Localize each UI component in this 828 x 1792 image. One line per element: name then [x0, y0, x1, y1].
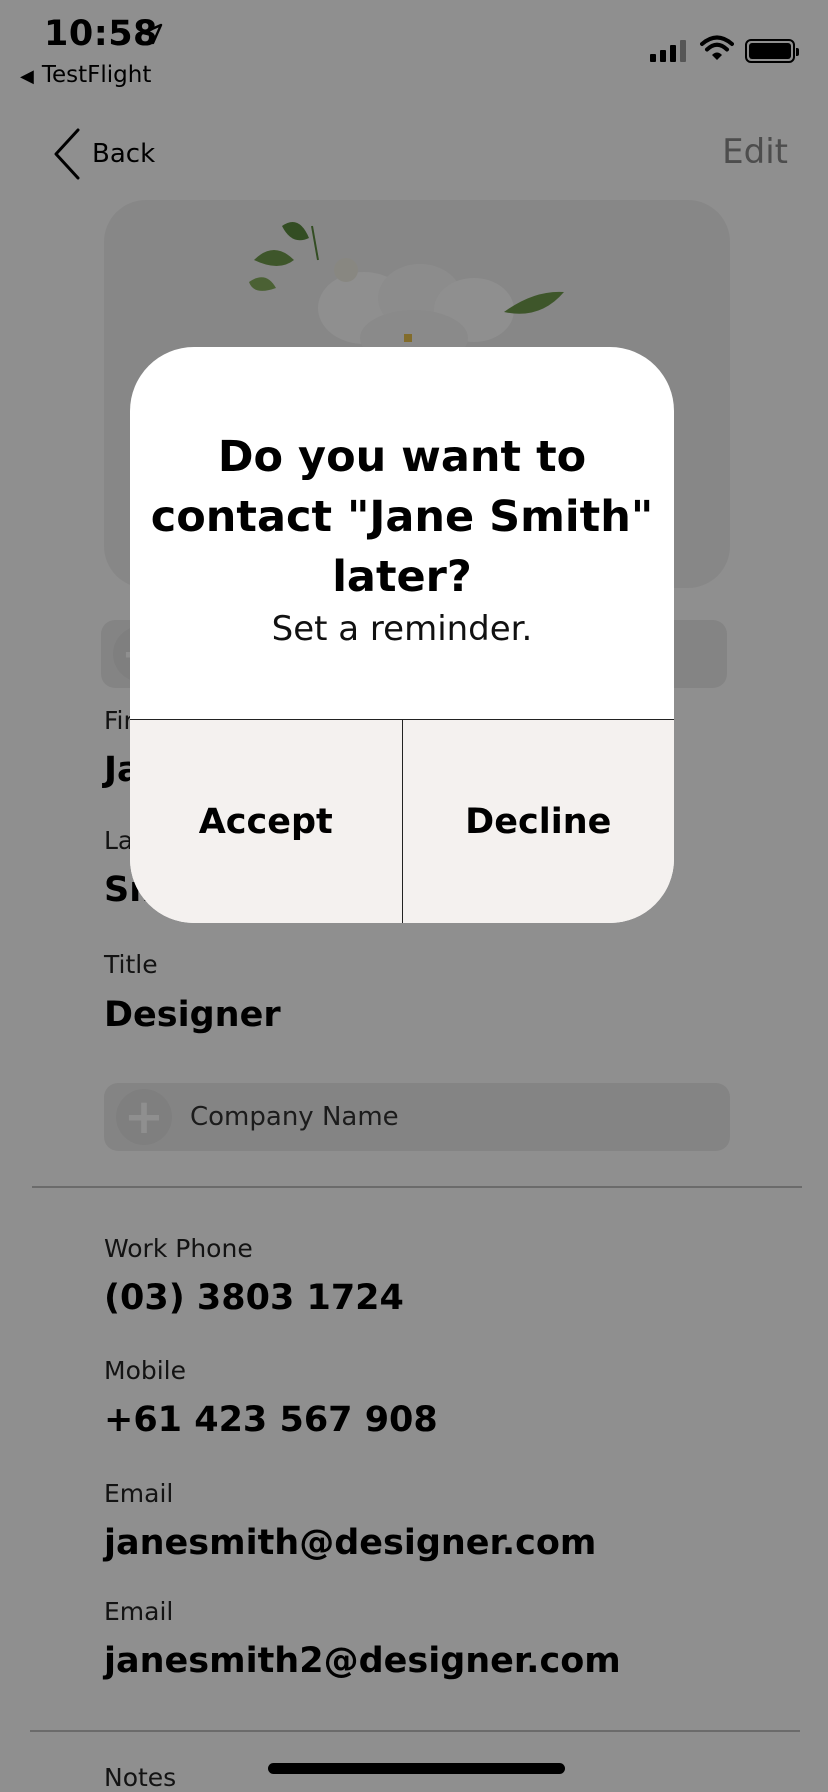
decline-button[interactable]: Decline	[403, 720, 675, 923]
alert-message: Set a reminder.	[271, 609, 533, 649]
alert-actions: Accept Decline	[130, 719, 674, 923]
accept-button[interactable]: Accept	[130, 720, 403, 923]
reminder-alert-dialog: Do you want to contact "Jane Smith" late…	[130, 347, 674, 923]
home-indicator[interactable]	[268, 1763, 565, 1774]
alert-title: Do you want to contact "Jane Smith" late…	[150, 432, 654, 602]
